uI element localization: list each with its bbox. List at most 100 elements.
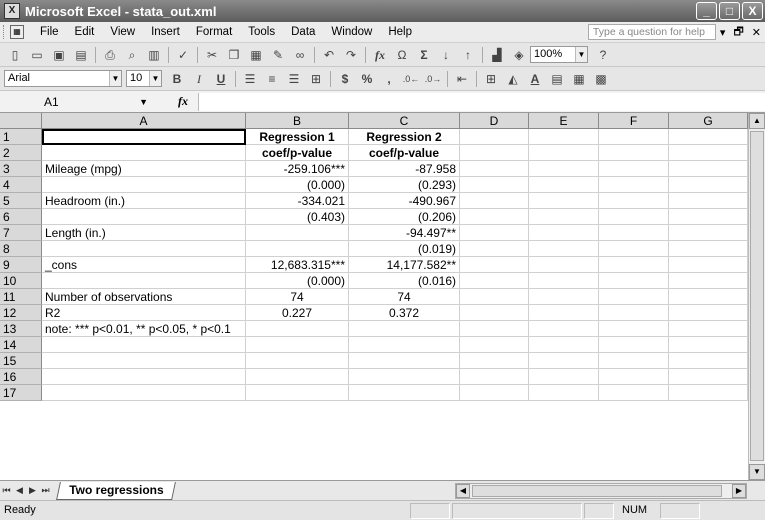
grid-options-icon[interactable]: ▦ [569,70,589,88]
chevron-down-icon[interactable]: ▼ [139,93,148,111]
toolbar-grip[interactable] [3,25,7,39]
cell-a8[interactable] [42,241,246,257]
cell-d17[interactable] [460,385,529,401]
cell-f8[interactable] [599,241,669,257]
cell-f13[interactable] [599,321,669,337]
cell-g16[interactable] [669,369,748,385]
cell-b3[interactable]: -259.106*** [246,161,349,177]
row-header-4[interactable]: 4 [0,177,42,193]
vertical-scrollbar[interactable]: ▲ ▼ [748,113,765,480]
cell-e2[interactable] [529,145,599,161]
paste-icon[interactable]: ▦ [246,46,266,64]
italic-button[interactable]: I [189,70,209,88]
cell-g11[interactable] [669,289,748,305]
chart-wizard-icon[interactable]: ▟ [487,46,507,64]
cell-f5[interactable] [599,193,669,209]
column-header-a[interactable]: A [42,113,246,129]
cell-d7[interactable] [460,225,529,241]
cell-b6[interactable]: (0.403) [246,209,349,225]
row-header-2[interactable]: 2 [0,145,42,161]
new-icon[interactable]: ▯ [5,46,25,64]
cell-f3[interactable] [599,161,669,177]
menu-insert[interactable]: Insert [143,26,188,38]
underline-button[interactable]: U [211,70,231,88]
cell-f14[interactable] [599,337,669,353]
cell-g17[interactable] [669,385,748,401]
drawing-icon[interactable]: ◈ [509,46,529,64]
cell-f17[interactable] [599,385,669,401]
cell-c13[interactable] [349,321,460,337]
cell-e12[interactable] [529,305,599,321]
cell-f15[interactable] [599,353,669,369]
cell-b9[interactable]: 12,683.315*** [246,257,349,273]
cell-b17[interactable] [246,385,349,401]
cell-a15[interactable] [42,353,246,369]
excel-app-icon[interactable]: X [4,3,20,19]
cell-b14[interactable] [246,337,349,353]
menu-file[interactable]: File [32,26,67,38]
cell-d16[interactable] [460,369,529,385]
save-icon[interactable]: ▣ [49,46,69,64]
cell-b10[interactable]: (0.000) [246,273,349,289]
cell-a13[interactable]: note: *** p<0.01, ** p<0.05, * p<0.1 [42,321,246,337]
copy-icon[interactable]: ❐ [224,46,244,64]
row-header-5[interactable]: 5 [0,193,42,209]
cell-a1[interactable] [42,129,246,145]
cell-b5[interactable]: -334.021 [246,193,349,209]
cell-a7[interactable]: Length (in.) [42,225,246,241]
cell-g8[interactable] [669,241,748,257]
cell-b13[interactable] [246,321,349,337]
row-header-6[interactable]: 6 [0,209,42,225]
cell-g12[interactable] [669,305,748,321]
borders-icon[interactable]: ⊞ [481,70,501,88]
cell-e4[interactable] [529,177,599,193]
format-painter-icon[interactable]: ✎ [268,46,288,64]
cell-d10[interactable] [460,273,529,289]
cell-g14[interactable] [669,337,748,353]
toolbar-options-icon[interactable]: ▤ [547,70,567,88]
open-icon[interactable]: ▭ [27,46,47,64]
font-size-select[interactable]: 10 ▼ [126,70,162,87]
cell-g7[interactable] [669,225,748,241]
cell-c16[interactable] [349,369,460,385]
cell-a2[interactable] [42,145,246,161]
cell-d9[interactable] [460,257,529,273]
sheet-tab-two-regressions[interactable]: Two regressions [56,481,177,500]
cell-g10[interactable] [669,273,748,289]
align-right-icon[interactable]: ☰ [284,70,304,88]
align-left-icon[interactable]: ☰ [240,70,260,88]
cell-g4[interactable] [669,177,748,193]
ask-dropdown-icon[interactable]: ▾ [720,26,726,39]
row-header-11[interactable]: 11 [0,289,42,305]
cell-e8[interactable] [529,241,599,257]
hyperlink-icon[interactable]: ∞ [290,46,310,64]
scroll-left-icon[interactable]: ◀ [456,484,470,498]
cell-e17[interactable] [529,385,599,401]
cell-e1[interactable] [529,129,599,145]
row-header-9[interactable]: 9 [0,257,42,273]
maximize-button[interactable]: □ [719,2,740,20]
permission-icon[interactable]: ▤ [71,46,91,64]
row-header-10[interactable]: 10 [0,273,42,289]
sort-ascending-icon[interactable]: ↓ [436,46,456,64]
decrease-decimal-icon[interactable]: .0→ [423,70,443,88]
cell-c8[interactable]: (0.019) [349,241,460,257]
cell-b11[interactable]: 74 [246,289,349,305]
ask-question-input[interactable]: Type a question for help [587,24,716,40]
cell-a10[interactable] [42,273,246,289]
cell-c1[interactable]: Regression 2 [349,129,460,145]
cell-c3[interactable]: -87.958 [349,161,460,177]
cell-f2[interactable] [599,145,669,161]
cell-g6[interactable] [669,209,748,225]
row-header-12[interactable]: 12 [0,305,42,321]
row-header-16[interactable]: 16 [0,369,42,385]
select-all-corner[interactable] [0,113,42,129]
cell-e10[interactable] [529,273,599,289]
cell-a3[interactable]: Mileage (mpg) [42,161,246,177]
cell-c4[interactable]: (0.293) [349,177,460,193]
column-header-d[interactable]: D [460,113,529,129]
help-icon[interactable]: ? [593,46,613,64]
formula-input[interactable] [198,92,765,111]
cell-c14[interactable] [349,337,460,353]
cell-d2[interactable] [460,145,529,161]
